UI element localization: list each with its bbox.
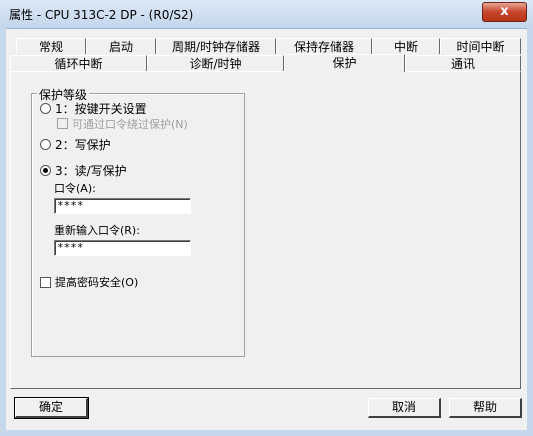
level1-label[interactable]: 1：按键开关设置 xyxy=(55,100,147,117)
level3-label[interactable]: 3：读/写保护 xyxy=(55,162,127,179)
tab-communication[interactable]: 通讯 xyxy=(405,55,521,71)
tab-retentive-memory[interactable]: 保持存储器 xyxy=(276,38,372,54)
tab-protection[interactable]: 保护 xyxy=(284,54,405,72)
level3-radio[interactable] xyxy=(40,165,51,176)
ok-button[interactable]: 确定 xyxy=(14,397,89,419)
bypass-with-password-label: 可通过口令绕过保护(N) xyxy=(72,118,188,131)
tab-diagnostics-clock[interactable]: 诊断/时钟 xyxy=(147,55,284,71)
tab-general[interactable]: 常规 xyxy=(16,38,86,54)
window-title: 属性 - CPU 313C-2 DP - (R0/S2) xyxy=(9,8,194,22)
level2-label[interactable]: 2：写保护 xyxy=(55,136,111,153)
tab-startup[interactable]: 启动 xyxy=(86,38,156,54)
bypass-with-password-checkbox xyxy=(57,118,68,129)
reenter-password-input[interactable]: **** xyxy=(54,240,191,256)
window-frame-right xyxy=(527,28,533,436)
enhanced-password-security-label[interactable]: 提高密码安全(O) xyxy=(55,274,138,290)
tab-interrupts[interactable]: 中断 xyxy=(372,38,440,54)
tab-time-of-day-interrupts[interactable]: 时间中断 xyxy=(440,38,521,54)
title-bar: 属性 - CPU 313C-2 DP - (R0/S2) x xyxy=(0,0,533,29)
window-frame-left xyxy=(0,28,6,436)
reenter-password-label: 重新输入口令(R): xyxy=(54,224,140,237)
help-button[interactable]: 帮助 xyxy=(449,398,522,418)
tab-cycle-clock-memory[interactable]: 周期/时钟存储器 xyxy=(156,38,276,54)
password-label: 口令(A): xyxy=(54,182,96,195)
tab-cyclic-interrupts[interactable]: 循环中断 xyxy=(10,55,147,71)
password-input[interactable]: **** xyxy=(54,198,191,214)
level1-radio[interactable] xyxy=(40,103,51,114)
enhanced-password-security-checkbox[interactable] xyxy=(40,277,51,288)
level2-radio[interactable] xyxy=(40,139,51,150)
cancel-button[interactable]: 取消 xyxy=(368,398,441,418)
window-frame-bottom xyxy=(0,430,533,436)
close-button[interactable]: x xyxy=(482,2,527,22)
